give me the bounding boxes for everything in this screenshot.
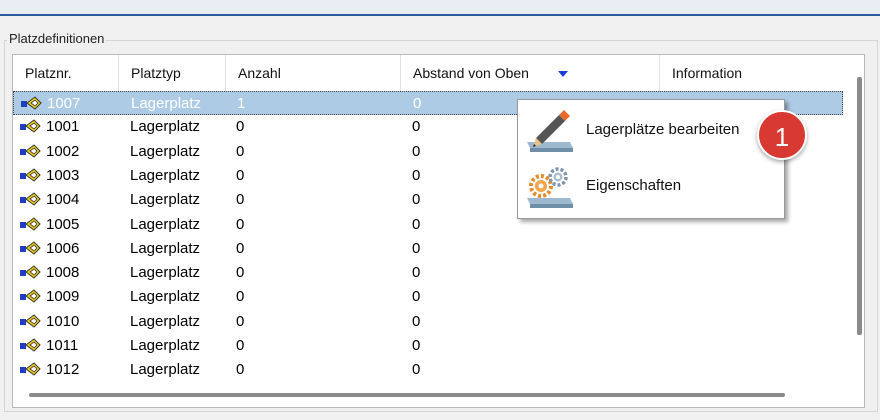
vertical-scrollbar[interactable] xyxy=(857,77,862,335)
storage-place-icon xyxy=(20,143,41,158)
cell-platztyp: Lagerplatz xyxy=(130,166,201,184)
menu-item-label: Lagerplätze bearbeiten xyxy=(586,121,740,138)
storage-place-icon xyxy=(20,362,41,376)
cell-platztyp: Lagerplatz xyxy=(130,361,201,379)
cell-abstand: 0 xyxy=(412,166,421,184)
cell-anzahl: 0 xyxy=(236,191,245,209)
cell-platztyp: Lagerplatz xyxy=(130,118,201,136)
cell-platznr: 1008 xyxy=(46,264,80,282)
cell-platztyp: Lagerplatz xyxy=(130,191,201,209)
storage-place-icon xyxy=(20,289,41,304)
gears-properties-icon xyxy=(527,167,573,208)
cell-platztyp: Lagerplatz xyxy=(131,95,202,112)
cell-anzahl: 0 xyxy=(236,239,245,257)
cell-anzahl: 0 xyxy=(236,312,245,330)
storage-place-icon xyxy=(21,96,42,110)
menu-item-label: Eigenschaften xyxy=(586,177,682,194)
storage-place-icon xyxy=(20,119,41,133)
table-row[interactable]: 1010 Lagerplatz 0 0 xyxy=(13,310,843,334)
cell-anzahl: 0 xyxy=(236,337,245,354)
column-header-abstand-label: Abstand von Oben xyxy=(413,65,529,81)
cell-platznr: 1002 xyxy=(46,142,80,160)
cell-anzahl: 0 xyxy=(236,142,245,160)
cell-platztyp: Lagerplatz xyxy=(130,312,201,330)
cell-abstand: 0 xyxy=(412,142,421,160)
cell-platztyp: Lagerplatz xyxy=(130,142,201,160)
storage-place-icon xyxy=(20,241,41,255)
cell-platznr: 1006 xyxy=(46,239,80,257)
cell-abstand: 0 xyxy=(412,337,421,354)
cell-abstand: 0 xyxy=(412,361,421,379)
cell-platztyp: Lagerplatz xyxy=(130,337,201,354)
group-title: Platzdefinitionen xyxy=(7,31,107,46)
cell-platznr: 1001 xyxy=(46,118,80,136)
column-header-platznr[interactable]: Platznr. xyxy=(13,55,119,91)
context-menu: Lagerplätze bearbeiten Eigenschaften xyxy=(517,99,785,219)
cell-platznr: 1007 xyxy=(47,95,81,112)
list-header: Platznr. Platztyp Anzahl Abstand von Obe… xyxy=(13,55,864,91)
storage-place-icon xyxy=(20,314,41,328)
menu-item-eigenschaften[interactable]: Eigenschaften xyxy=(518,158,784,214)
cell-platznr: 1011 xyxy=(46,337,79,354)
cell-platznr: 1010 xyxy=(46,312,80,330)
cell-platznr: 1003 xyxy=(46,166,80,184)
storage-place-icon xyxy=(20,338,41,352)
cell-anzahl: 0 xyxy=(236,166,245,184)
window-top-bar xyxy=(0,0,880,16)
cell-abstand: 0 xyxy=(412,264,421,282)
cell-abstand: 0 xyxy=(412,312,421,330)
storage-place-icon xyxy=(20,265,41,279)
cell-abstand: 0 xyxy=(413,95,422,112)
column-header-information[interactable]: Information xyxy=(660,55,864,91)
sort-descending-icon xyxy=(558,71,568,77)
table-row[interactable]: 1009 Lagerplatz 0 0 xyxy=(13,285,843,309)
storage-place-icon xyxy=(20,192,41,206)
storage-place-icon xyxy=(20,216,41,231)
column-header-platztyp[interactable]: Platztyp xyxy=(119,55,226,91)
cell-abstand: 0 xyxy=(412,118,421,136)
cell-platztyp: Lagerplatz xyxy=(130,288,201,306)
cell-anzahl: 0 xyxy=(236,288,245,306)
cell-platznr: 1009 xyxy=(46,288,80,306)
column-header-anzahl[interactable]: Anzahl xyxy=(226,55,401,91)
cell-anzahl: 0 xyxy=(236,118,245,136)
cell-anzahl: 0 xyxy=(236,264,245,282)
cell-abstand: 0 xyxy=(412,239,421,257)
cell-platznr: 1004 xyxy=(46,191,80,209)
annotation-badge: 1 xyxy=(757,110,807,160)
horizontal-scrollbar[interactable] xyxy=(29,393,785,397)
table-row[interactable]: 1006 Lagerplatz 0 0 xyxy=(13,237,843,261)
cell-anzahl: 1 xyxy=(237,95,246,112)
cell-abstand: 0 xyxy=(412,288,421,306)
table-row[interactable]: 1011 Lagerplatz 0 0 xyxy=(13,334,843,358)
cell-anzahl: 0 xyxy=(236,215,245,233)
cell-platztyp: Lagerplatz xyxy=(130,215,201,233)
storage-place-icon xyxy=(20,168,41,182)
cell-platznr: 1012 xyxy=(46,361,80,379)
menu-item-lagerplaetze-bearbeiten[interactable]: Lagerplätze bearbeiten xyxy=(518,102,784,158)
cell-abstand: 0 xyxy=(412,191,421,209)
table-row[interactable]: 1008 Lagerplatz 0 0 xyxy=(13,261,843,285)
cell-anzahl: 0 xyxy=(236,361,245,379)
cell-abstand: 0 xyxy=(412,215,421,233)
table-row[interactable]: 1012 Lagerplatz 0 0 xyxy=(13,358,843,382)
cell-platztyp: Lagerplatz xyxy=(130,264,201,282)
pencil-edit-icon xyxy=(527,110,573,152)
column-header-abstand[interactable]: Abstand von Oben xyxy=(401,55,660,91)
cell-platznr: 1005 xyxy=(46,215,80,233)
cell-platztyp: Lagerplatz xyxy=(130,239,201,257)
